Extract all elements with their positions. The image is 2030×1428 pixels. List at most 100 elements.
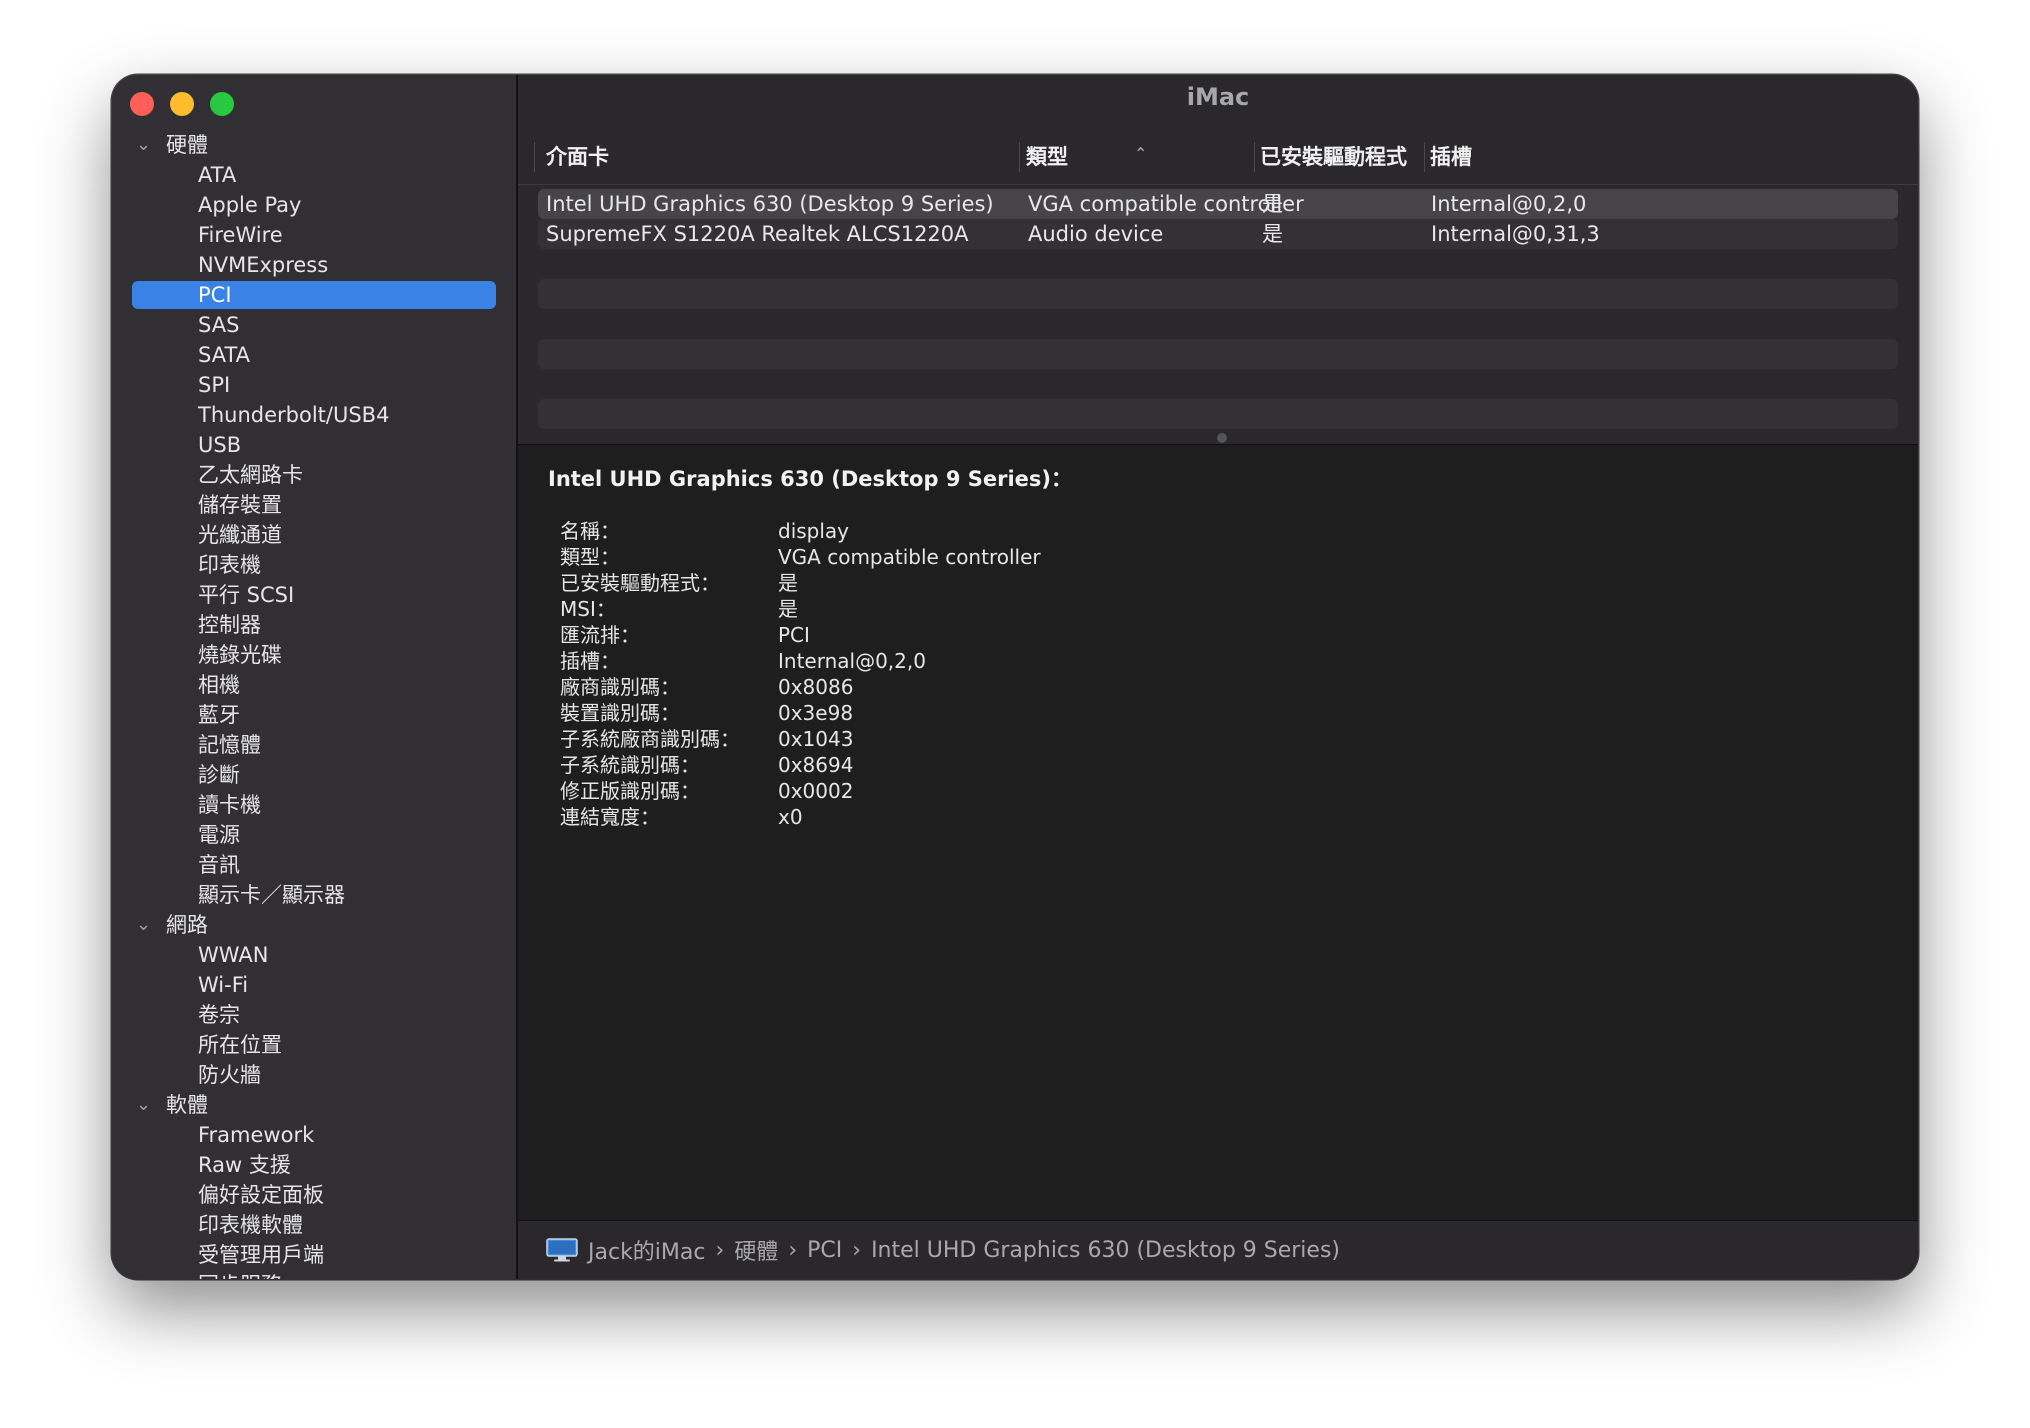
column-header-slot[interactable]: 插槽 <box>1430 142 1472 172</box>
table-row[interactable]: SupremeFX S1220A Realtek ALCS1220A Audio … <box>538 219 1898 249</box>
sidebar-item-label: Thunderbolt/USB4 <box>198 403 390 427</box>
sidebar-item[interactable]: WWAN <box>112 940 516 970</box>
property-key: 已安裝驅動程式： <box>560 571 720 595</box>
split-view-divider[interactable] <box>518 430 1918 445</box>
property-key: 連結寬度： <box>560 805 660 829</box>
sidebar-item[interactable]: 音訊 <box>112 850 516 880</box>
close-window-button[interactable] <box>130 92 154 116</box>
detail-title: Intel UHD Graphics 630 (Desktop 9 Series… <box>548 467 1073 491</box>
property-row: 子系統廠商識別碼： 0x1043 <box>560 726 1160 752</box>
sidebar-group-label: 軟體 <box>166 1093 208 1117</box>
property-row: 插槽： Internal@0,2,0 <box>560 648 1160 674</box>
table-body: Intel UHD Graphics 630 (Desktop 9 Series… <box>518 185 1918 430</box>
breadcrumb-item[interactable]: Intel UHD Graphics 630 (Desktop 9 Series… <box>871 1238 1340 1263</box>
property-value: x0 <box>778 805 803 829</box>
sidebar-item-label: 乙太網路卡 <box>198 463 303 487</box>
property-key: 名稱： <box>560 519 620 543</box>
sidebar-item[interactable]: ATA <box>112 160 516 190</box>
sidebar-item-label: SPI <box>198 373 231 397</box>
property-key: 子系統識別碼： <box>560 753 700 777</box>
sidebar: ⌄ 硬體 ATA Apple Pay FireWire NVMExpress PCI SAS S… <box>112 75 518 1279</box>
sidebar-item[interactable]: 受管理用戶端 <box>112 1240 516 1270</box>
sidebar-item-label: USB <box>198 433 242 457</box>
sidebar-item[interactable]: 卷宗 <box>112 1000 516 1030</box>
sidebar-item[interactable]: PCI <box>112 280 516 310</box>
detail-pane: Intel UHD Graphics 630 (Desktop 9 Series… <box>518 445 1918 1221</box>
property-value: PCI <box>778 623 810 647</box>
sidebar-item[interactable]: 燒錄光碟 <box>112 640 516 670</box>
chevron-right-icon: › <box>852 1237 862 1263</box>
sidebar-item[interactable]: 相機 <box>112 670 516 700</box>
sidebar-item[interactable]: 記憶體 <box>112 730 516 760</box>
sidebar-item[interactable]: 印表機軟體 <box>112 1210 516 1240</box>
window-controls <box>130 92 234 116</box>
sidebar-item[interactable]: 印表機 <box>112 550 516 580</box>
sidebar-item[interactable]: NVMExpress <box>112 250 516 280</box>
sidebar-item[interactable]: SATA <box>112 340 516 370</box>
sidebar-item[interactable]: 電源 <box>112 820 516 850</box>
property-row: 子系統識別碼： 0x8694 <box>560 752 1160 778</box>
breadcrumb-item[interactable]: PCI <box>807 1238 842 1263</box>
property-key: 廠商識別碼： <box>560 675 680 699</box>
sidebar-item[interactable]: SAS <box>112 310 516 340</box>
property-value: 0x8086 <box>778 675 854 699</box>
table-row[interactable] <box>538 399 1898 429</box>
table-row[interactable] <box>538 279 1898 309</box>
sidebar-group[interactable]: ⌄ 軟體 <box>112 1090 516 1120</box>
property-row: 裝置識別碼： 0x3e98 <box>560 700 1160 726</box>
sidebar-item[interactable]: USB <box>112 430 516 460</box>
sidebar-item[interactable]: Raw 支援 <box>112 1150 516 1180</box>
sidebar-item[interactable]: 所在位置 <box>112 1030 516 1060</box>
property-value: 0x0002 <box>778 779 854 803</box>
chevron-right-icon: › <box>788 1237 798 1263</box>
sort-ascending-icon[interactable]: ⌃ <box>1134 144 1147 163</box>
table-row[interactable] <box>538 249 1898 279</box>
sidebar-item[interactable]: 控制器 <box>112 610 516 640</box>
sidebar-item[interactable]: 診斷 <box>112 760 516 790</box>
breadcrumb-item[interactable]: 硬體 <box>734 1234 778 1266</box>
sidebar-item[interactable]: 平行 SCSI <box>112 580 516 610</box>
sidebar-item[interactable]: 顯示卡／顯示器 <box>112 880 516 910</box>
sidebar-item-label: 顯示卡／顯示器 <box>198 883 345 907</box>
minimize-window-button[interactable] <box>170 92 194 116</box>
sidebar-item[interactable]: 乙太網路卡 <box>112 460 516 490</box>
sidebar-item[interactable]: Apple Pay <box>112 190 516 220</box>
divider-handle-icon[interactable] <box>1217 433 1227 443</box>
column-header-type[interactable]: 類型 <box>1026 142 1068 172</box>
sidebar-item-label: SAS <box>198 313 240 337</box>
sidebar-item[interactable]: FireWire <box>112 220 516 250</box>
sidebar-item[interactable]: 讀卡機 <box>112 790 516 820</box>
sidebar-item[interactable]: 藍牙 <box>112 700 516 730</box>
column-header-driver[interactable]: 已安裝驅動程式 <box>1260 142 1407 172</box>
sidebar-group-label: 硬體 <box>166 133 208 157</box>
sidebar-item[interactable]: 光纖通道 <box>112 520 516 550</box>
table-row[interactable] <box>538 339 1898 369</box>
column-header-card[interactable]: 介面卡 <box>546 142 609 172</box>
chevron-down-icon[interactable]: ⌄ <box>136 910 151 940</box>
property-row: 匯流排： PCI <box>560 622 1160 648</box>
sidebar-item[interactable]: Wi-Fi <box>112 970 516 1000</box>
sidebar-group[interactable]: ⌄ 硬體 <box>112 130 516 160</box>
chevron-down-icon[interactable]: ⌄ <box>136 130 151 160</box>
sidebar-item[interactable]: Thunderbolt/USB4 <box>112 400 516 430</box>
table-row[interactable] <box>538 309 1898 339</box>
zoom-window-button[interactable] <box>210 92 234 116</box>
sidebar-group[interactable]: ⌄ 網路 <box>112 910 516 940</box>
sidebar-item[interactable]: 偏好設定面板 <box>112 1180 516 1210</box>
sidebar-item-label: 所在位置 <box>198 1033 282 1057</box>
sidebar-item[interactable]: 防火牆 <box>112 1060 516 1090</box>
sidebar-item[interactable]: SPI <box>112 370 516 400</box>
sidebar-item[interactable]: 儲存裝置 <box>112 490 516 520</box>
sidebar-item[interactable]: Framework <box>112 1120 516 1150</box>
property-value: 0x1043 <box>778 727 854 751</box>
sidebar-item-label: 記憶體 <box>198 733 261 757</box>
sidebar-item-label: SATA <box>198 343 251 367</box>
sidebar-item[interactable]: 同步服務 <box>112 1270 516 1279</box>
table-row[interactable]: Intel UHD Graphics 630 (Desktop 9 Series… <box>538 189 1898 219</box>
path-bar: Jack的iMac › 硬體 › PCI › Intel UHD Graphics 630 … <box>518 1220 1918 1279</box>
property-value: 0x3e98 <box>778 701 854 725</box>
breadcrumb-item[interactable]: Jack的iMac <box>588 1234 705 1266</box>
sidebar-item-label: FireWire <box>198 223 283 247</box>
table-row[interactable] <box>538 369 1898 399</box>
chevron-down-icon[interactable]: ⌄ <box>136 1090 151 1120</box>
